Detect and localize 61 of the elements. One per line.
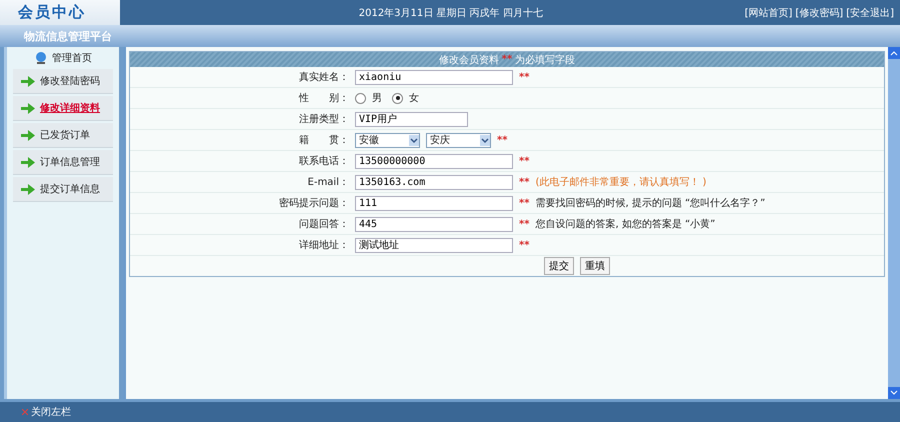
field-label: 密码提示问题： <box>278 196 350 210</box>
required-mark: ** <box>497 134 508 146</box>
required-mark: ** <box>519 240 530 250</box>
field-hint: 您自设问题的答案, 如您的答案是 “小黄” <box>535 218 716 231</box>
field-label: 真实姓名： <box>298 70 350 84</box>
required-mark: ** <box>519 156 530 166</box>
field-label: E-mail： <box>306 176 350 189</box>
arrow-icon <box>21 102 35 114</box>
text-field[interactable]: 111 <box>355 196 513 210</box>
close-sidebar-link[interactable]: 关闭左栏 <box>31 405 71 419</box>
text-field[interactable]: 445 <box>355 216 513 232</box>
field-label: 联系电话： <box>298 154 350 168</box>
required-mark: ** <box>519 198 530 208</box>
sidebar-item[interactable]: 修改登陆密码 <box>13 69 113 94</box>
form-button[interactable]: 提交 <box>544 257 574 275</box>
field-label: 性 别： <box>298 92 350 105</box>
sidebar-item[interactable]: 提交订单信息 <box>13 177 113 202</box>
required-mark: ** <box>519 176 530 188</box>
panel-title: 修改会员资料 <box>438 54 499 66</box>
radio-button[interactable] <box>355 92 366 104</box>
field-warning: (此电子邮件非常重要，请认真填写！ ) <box>535 176 706 189</box>
logo-text: 会员中心 <box>0 0 120 25</box>
arrow-icon <box>21 76 35 86</box>
date-text: 2012年3月11日 星期日 丙戌年 四月十七 <box>358 6 544 20</box>
required-mark: ** <box>519 218 530 230</box>
panel-note: 为必填写字段 <box>515 54 576 66</box>
field-label: 籍 贯： <box>298 134 350 147</box>
home-link[interactable]: 管理首页 <box>52 51 92 65</box>
required-mark: ** <box>502 54 512 65</box>
text-field[interactable]: VIP用户 <box>355 112 468 126</box>
radio-label: 女 <box>409 92 419 105</box>
platform-title: 物流信息管理平台 <box>24 28 112 44</box>
sidebar-item[interactable]: 修改详细资料 <box>13 96 113 121</box>
top-link[interactable]: [修改密码] <box>795 6 844 20</box>
text-field[interactable]: 13500000000 <box>355 154 513 168</box>
sidebar-item[interactable]: 已发货订单 <box>13 123 113 148</box>
field-label: 详细地址： <box>298 238 350 252</box>
globe-icon <box>34 51 48 65</box>
radio-button[interactable] <box>392 92 403 104</box>
sidebar-item[interactable]: 订单信息管理 <box>13 150 113 175</box>
text-field[interactable]: 测试地址 <box>355 238 513 252</box>
close-icon <box>22 409 28 415</box>
scroll-down-icon[interactable] <box>888 387 900 399</box>
top-link[interactable]: [网站首页] <box>744 6 792 20</box>
arrow-icon <box>21 184 35 194</box>
field-label: 注册类型： <box>298 112 350 126</box>
required-mark: ** <box>519 72 530 82</box>
form-button[interactable]: 重填 <box>580 257 610 275</box>
chevron-down-icon <box>480 134 490 146</box>
field-label: 问题回答： <box>298 218 350 231</box>
arrow-icon <box>21 156 35 168</box>
scroll-up-icon[interactable] <box>888 47 900 59</box>
dropdown[interactable]: 安庆 <box>426 132 491 148</box>
field-hint: 需要找回密码的时候, 提示的问题 “您叫什么名字？” <box>535 196 766 210</box>
radio-label: 男 <box>372 92 382 105</box>
text-field[interactable]: xiaoniu <box>355 70 513 84</box>
text-field[interactable]: 1350163.com <box>355 174 513 190</box>
arrow-icon <box>21 130 35 140</box>
dropdown[interactable]: 安徽 <box>355 132 420 148</box>
top-link[interactable]: [安全退出] <box>846 6 894 20</box>
chevron-down-icon <box>409 134 419 146</box>
